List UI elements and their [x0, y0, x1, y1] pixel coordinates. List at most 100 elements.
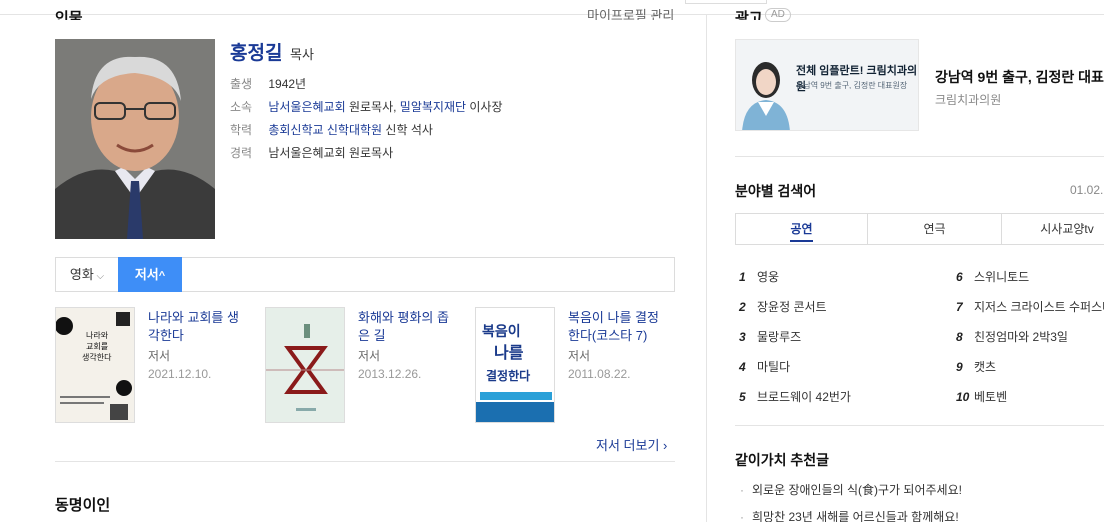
svg-text:생각한다: 생각한다: [82, 352, 112, 362]
rank-label: 마틸다: [757, 360, 791, 374]
education-school-link[interactable]: 총회신학교 신학대학원: [268, 123, 382, 137]
rank-item[interactable]: 2 장윤정 콘서트: [739, 298, 827, 315]
ad-advertiser[interactable]: 크림치과의원: [935, 91, 1001, 108]
section-divider: [735, 425, 1104, 426]
rank-item[interactable]: 6 스위니토드: [956, 268, 1029, 285]
book-title-line: 한다(코스타 7): [568, 328, 648, 343]
tab-performance-label: 공연: [790, 222, 813, 242]
svg-text:나라와: 나라와: [86, 330, 109, 340]
tab-theater-label: 연극: [923, 222, 946, 236]
rank-number: 8: [956, 330, 963, 344]
section-title-person: 인물: [55, 10, 83, 20]
recommend-item[interactable]: · 외로운 장애인들의 식(食)구가 되어주세요!: [740, 481, 962, 498]
bullet-icon: ·: [740, 483, 744, 497]
info-value: 1942년: [268, 77, 307, 91]
info-affiliation: 소속 남서울은혜교회 원로목사, 밀알복지재단 이사장: [230, 98, 503, 115]
ad-headline-link[interactable]: 강남역 9번 출구, 김정란 대표원장: [935, 67, 1104, 87]
ad-badge: AD: [765, 8, 791, 22]
category-date: 01.02.: [1070, 183, 1104, 197]
book-date: 2011.08.22.: [568, 367, 631, 381]
works-tabs: 영화 ⌵ 저서^: [55, 257, 675, 292]
book-date: 2021.12.10.: [148, 367, 212, 381]
rank-item[interactable]: 1 영웅: [739, 268, 779, 285]
tab-theater[interactable]: 연극: [868, 214, 1002, 244]
rank-label: 영웅: [757, 270, 780, 284]
book-meta: 저서: [148, 349, 171, 363]
book-cover[interactable]: 복음이 나를 결정한다: [475, 307, 555, 423]
chevron-up-icon: ^: [158, 270, 166, 282]
recommend-title: 같이가치 추천글: [735, 452, 830, 468]
book-title-line: 나라와 교회를 생: [148, 310, 239, 325]
column-divider: [706, 14, 707, 522]
person-photo[interactable]: [55, 39, 215, 239]
rank-label: 스위니토드: [974, 270, 1030, 284]
recommend-item[interactable]: · 희망찬 23년 새해를 어르신들과 함께해요!: [740, 508, 959, 522]
ad-section-title: 광고: [735, 10, 763, 20]
info-key: 학력: [230, 123, 253, 137]
section-divider: [55, 461, 675, 462]
rank-item[interactable]: 8 친정엄마와 2박3일: [956, 328, 1068, 345]
rank-item[interactable]: 7 지저스 크라이스트 수퍼스타: [956, 298, 1104, 315]
ad-image-sub: 강남역 9번 출구, 김정란 대표원장: [796, 81, 908, 90]
rank-number: 6: [956, 270, 963, 284]
rank-item[interactable]: 4 마틸다: [739, 358, 790, 375]
book-title-link[interactable]: 화해와 평화의 좁 은 길: [358, 309, 458, 345]
category-search-title: 분야별 검색어: [735, 183, 817, 199]
info-career: 경력 남서울은혜교회 원로목사: [230, 144, 393, 161]
rank-number: 2: [739, 300, 746, 314]
rank-number: 5: [739, 390, 746, 404]
tab-movie-label: 영화: [69, 267, 94, 282]
rank-number: 10: [956, 390, 970, 404]
same-name-title: 동명이인: [55, 497, 111, 514]
rank-label: 지저스 크라이스트 수퍼스타: [974, 300, 1104, 314]
profile-manage-link[interactable]: 마이프로필 관리: [587, 6, 674, 20]
rank-label: 캣츠: [974, 360, 997, 374]
book-title-line: 화해와 평화의 좁: [358, 310, 449, 325]
info-value: 이사장: [466, 100, 503, 114]
top-search-box-edge[interactable]: [685, 0, 767, 4]
book-cover[interactable]: 나라와 교회를 생각한다: [55, 307, 135, 423]
info-key: 소속: [230, 100, 253, 114]
book-title-line: 은 길: [358, 328, 386, 343]
chevron-down-icon: ⌵: [93, 271, 105, 282]
tab-culture-tv-label: 시사교양tv: [1040, 222, 1094, 236]
rank-item[interactable]: 9 캣츠: [956, 358, 996, 375]
rank-number: 3: [739, 330, 746, 344]
ad-image[interactable]: 전체 임플란트! 크림치과의원 강남역 9번 출구, 김정란 대표원장: [735, 39, 919, 131]
svg-text:교회를: 교회를: [86, 342, 108, 351]
info-value: 신학 석사: [382, 123, 433, 137]
book-meta: 저서: [568, 349, 591, 363]
tab-performance[interactable]: 공연: [736, 214, 868, 244]
book-title-link[interactable]: 나라와 교회를 생 각한다: [148, 309, 248, 345]
rank-number: 1: [739, 270, 746, 284]
book-meta: 저서: [358, 349, 381, 363]
rank-item[interactable]: 10 베토벤: [956, 388, 1007, 405]
more-books-link[interactable]: 저서 더보기 ›: [596, 435, 667, 454]
top-divider: [0, 14, 1104, 15]
rank-number: 4: [739, 360, 746, 374]
info-key: 경력: [230, 146, 253, 160]
svg-text:나를: 나를: [494, 343, 524, 362]
rank-label: 장윤정 콘서트: [757, 300, 827, 314]
person-role: 목사: [290, 47, 314, 62]
book-title-link[interactable]: 복음이 나를 결정 한다(코스타 7): [568, 309, 668, 345]
person-name[interactable]: 홍정길: [230, 38, 282, 65]
bullet-icon: ·: [740, 510, 744, 522]
rank-label: 물랑루즈: [757, 330, 802, 344]
book-cover[interactable]: [265, 307, 345, 423]
tab-movie[interactable]: 영화 ⌵: [56, 257, 118, 292]
recommend-item-text: 외로운 장애인들의 식(食)구가 되어주세요!: [752, 483, 962, 497]
rank-label: 베토벤: [974, 390, 1008, 404]
affiliation-church-link[interactable]: 남서울은혜교회: [268, 100, 345, 114]
tab-culture-tv[interactable]: 시사교양tv: [1002, 214, 1104, 244]
affiliation-foundation-link[interactable]: 밀알복지재단: [400, 100, 466, 114]
tab-books-label: 저서: [134, 267, 159, 282]
info-value: 남서울은혜교회 원로목사: [268, 146, 394, 160]
rank-item[interactable]: 3 물랑루즈: [739, 328, 801, 345]
rank-item[interactable]: 5 브로드웨이 42번가: [739, 388, 851, 405]
rank-number: 9: [956, 360, 963, 374]
tab-books[interactable]: 저서^: [118, 257, 182, 292]
info-education: 학력 총회신학교 신학대학원 신학 석사: [230, 121, 433, 138]
info-key: 출생: [230, 77, 253, 91]
category-tabs: 공연 연극 시사교양tv: [735, 213, 1104, 245]
